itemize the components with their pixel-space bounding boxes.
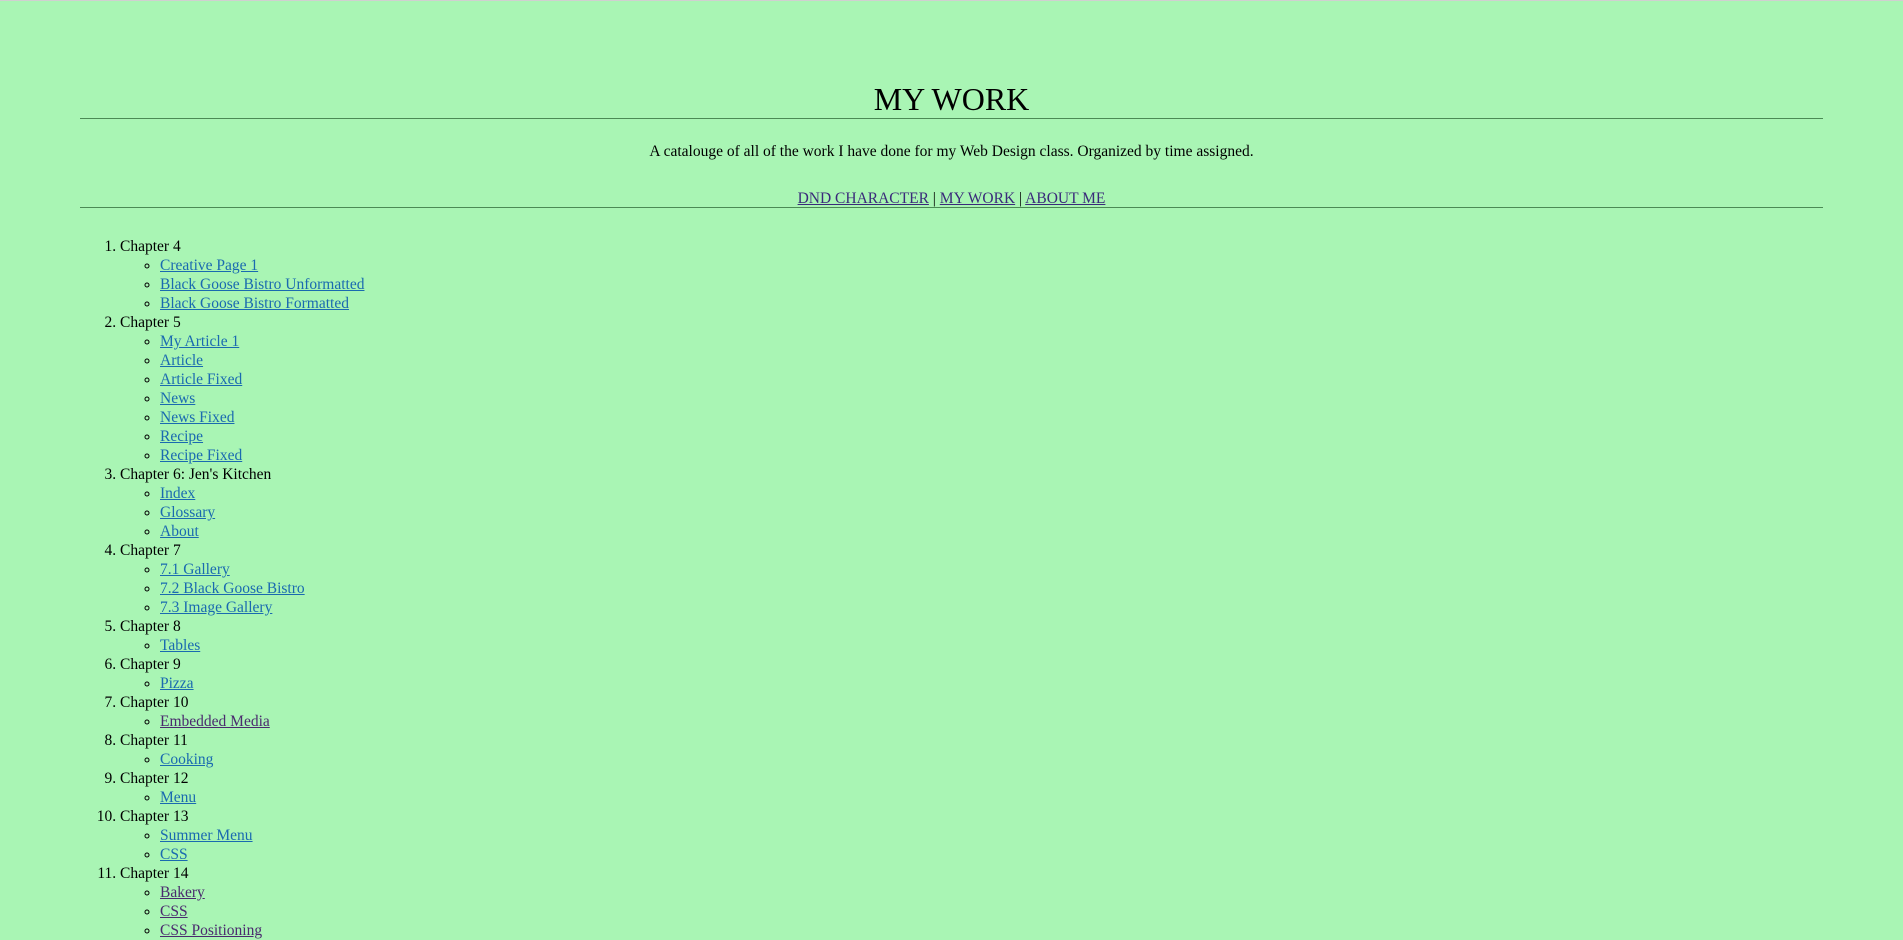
link-menu[interactable]: Menu (160, 789, 196, 806)
chapter-title: Chapter 12 (120, 770, 189, 787)
top-border (0, 0, 1903, 1)
list-item: Article Fixed (160, 370, 364, 389)
page-title: MY WORK (873, 81, 1030, 117)
chapter-item: Chapter 10 Embedded Media (120, 693, 364, 731)
link-article[interactable]: Article (160, 352, 203, 369)
header-divider (80, 118, 1823, 119)
list-item: 7.3 Image Gallery (160, 598, 364, 617)
page-subtitle: A catalouge of all of the work I have do… (649, 143, 1254, 160)
chapter-links: Index Glossary About (120, 484, 364, 541)
link-tables[interactable]: Tables (160, 637, 200, 654)
list-item: Embedded Media (160, 712, 364, 731)
list-item: Glossary (160, 503, 364, 522)
list-item: Creative Page 1 (160, 256, 364, 275)
chapter-links: 7.1 Gallery 7.2 Black Goose Bistro 7.3 I… (120, 560, 364, 617)
header: MY WORK A catalouge of all of the work I… (80, 80, 1823, 208)
link-embedded-media[interactable]: Embedded Media (160, 713, 270, 730)
link-news[interactable]: News (160, 390, 195, 407)
nav-link-dnd-character[interactable]: DND CHARACTER (798, 190, 929, 207)
list-item: 7.2 Black Goose Bistro (160, 579, 364, 598)
chapter-list: Chapter 4 Creative Page 1 Black Goose Bi… (80, 237, 364, 940)
list-item: Cooking (160, 750, 364, 769)
link-recipe-fixed[interactable]: Recipe Fixed (160, 447, 242, 464)
chapter-title: Chapter 7 (120, 542, 181, 559)
list-item: CSS (160, 902, 364, 921)
chapter-links: Pizza (120, 674, 364, 693)
chapter-item: Chapter 5 My Article 1 Article Article F… (120, 313, 364, 465)
link-news-fixed[interactable]: News Fixed (160, 409, 234, 426)
link-css[interactable]: CSS (160, 903, 188, 920)
list-item: Article (160, 351, 364, 370)
nav-divider (80, 207, 1823, 208)
chapter-item: Chapter 7 7.1 Gallery 7.2 Black Goose Bi… (120, 541, 364, 617)
link-recipe[interactable]: Recipe (160, 428, 203, 445)
link-7-2-black-goose-bistro[interactable]: 7.2 Black Goose Bistro (160, 580, 305, 597)
chapter-links: Embedded Media (120, 712, 364, 731)
list-item: 7.1 Gallery (160, 560, 364, 579)
link-7-1-gallery[interactable]: 7.1 Gallery (160, 561, 230, 578)
link-glossary[interactable]: Glossary (160, 504, 215, 521)
list-item: Pizza (160, 674, 364, 693)
link-summer-menu[interactable]: Summer Menu (160, 827, 253, 844)
chapter-title: Chapter 13 (120, 808, 189, 825)
list-item: Summer Menu (160, 826, 364, 845)
link-black-goose-bistro-unformatted[interactable]: Black Goose Bistro Unformatted (160, 276, 364, 293)
list-item: CSS Positioning (160, 921, 364, 940)
list-item: Index (160, 484, 364, 503)
link-bakery[interactable]: Bakery (160, 884, 205, 901)
chapter-item: Chapter 4 Creative Page 1 Black Goose Bi… (120, 237, 364, 313)
chapter-item: Chapter 8 Tables (120, 617, 364, 655)
list-item: CSS (160, 845, 364, 864)
chapter-links: My Article 1 Article Article Fixed News … (120, 332, 364, 465)
link-css-positioning[interactable]: CSS Positioning (160, 922, 262, 939)
chapter-item: Chapter 11 Cooking (120, 731, 364, 769)
list-item: Menu (160, 788, 364, 807)
list-item: News (160, 389, 364, 408)
chapter-links: Menu (120, 788, 364, 807)
chapter-title: Chapter 8 (120, 618, 181, 635)
chapter-title: Chapter 6: Jen's Kitchen (120, 466, 272, 483)
list-item: Bakery (160, 883, 364, 902)
chapter-title: Chapter 5 (120, 314, 181, 331)
nav-link-my-work[interactable]: MY WORK (940, 190, 1015, 207)
link-cooking[interactable]: Cooking (160, 751, 213, 768)
page: MY WORK A catalouge of all of the work I… (0, 0, 1903, 939)
link-article-fixed[interactable]: Article Fixed (160, 371, 242, 388)
list-item: About (160, 522, 364, 541)
chapter-title: Chapter 10 (120, 694, 189, 711)
chapter-links: Creative Page 1 Black Goose Bistro Unfor… (120, 256, 364, 313)
chapter-title: Chapter 9 (120, 656, 181, 673)
chapter-links: Bakery CSS CSS Positioning (120, 883, 364, 940)
list-item: Black Goose Bistro Unformatted (160, 275, 364, 294)
link-black-goose-bistro-formatted[interactable]: Black Goose Bistro Formatted (160, 295, 349, 312)
nav-link-about-me[interactable]: ABOUT ME (1025, 190, 1105, 207)
link-pizza[interactable]: Pizza (160, 675, 194, 692)
chapter-links: Tables (120, 636, 364, 655)
link-css[interactable]: CSS (160, 846, 188, 863)
link-creative-page-1[interactable]: Creative Page 1 (160, 257, 258, 274)
link-about[interactable]: About (160, 523, 199, 540)
list-item: Black Goose Bistro Formatted (160, 294, 364, 313)
chapter-links: Summer Menu CSS (120, 826, 364, 864)
chapter-title: Chapter 4 (120, 238, 181, 255)
link-index[interactable]: Index (160, 485, 195, 502)
list-item: Recipe Fixed (160, 446, 364, 465)
list-item: News Fixed (160, 408, 364, 427)
list-item: Tables (160, 636, 364, 655)
main-nav: DND CHARACTER | MY WORK | ABOUT ME (80, 189, 1823, 209)
nav-separator: | (932, 190, 936, 207)
link-my-article-1[interactable]: My Article 1 (160, 333, 239, 350)
chapter-title: Chapter 14 (120, 865, 189, 882)
nav-separator: | (1019, 190, 1023, 207)
chapter-links: Cooking (120, 750, 364, 769)
link-7-3-image-gallery[interactable]: 7.3 Image Gallery (160, 599, 272, 616)
list-item: Recipe (160, 427, 364, 446)
chapter-item: Chapter 13 Summer Menu CSS (120, 807, 364, 864)
chapter-item: Chapter 6: Jen's Kitchen Index Glossary … (120, 465, 364, 541)
chapter-title: Chapter 11 (120, 732, 188, 749)
list-item: My Article 1 (160, 332, 364, 351)
chapter-item: Chapter 9 Pizza (120, 655, 364, 693)
chapter-item: Chapter 12 Menu (120, 769, 364, 807)
chapter-item: Chapter 14 Bakery CSS CSS Positioning (120, 864, 364, 940)
